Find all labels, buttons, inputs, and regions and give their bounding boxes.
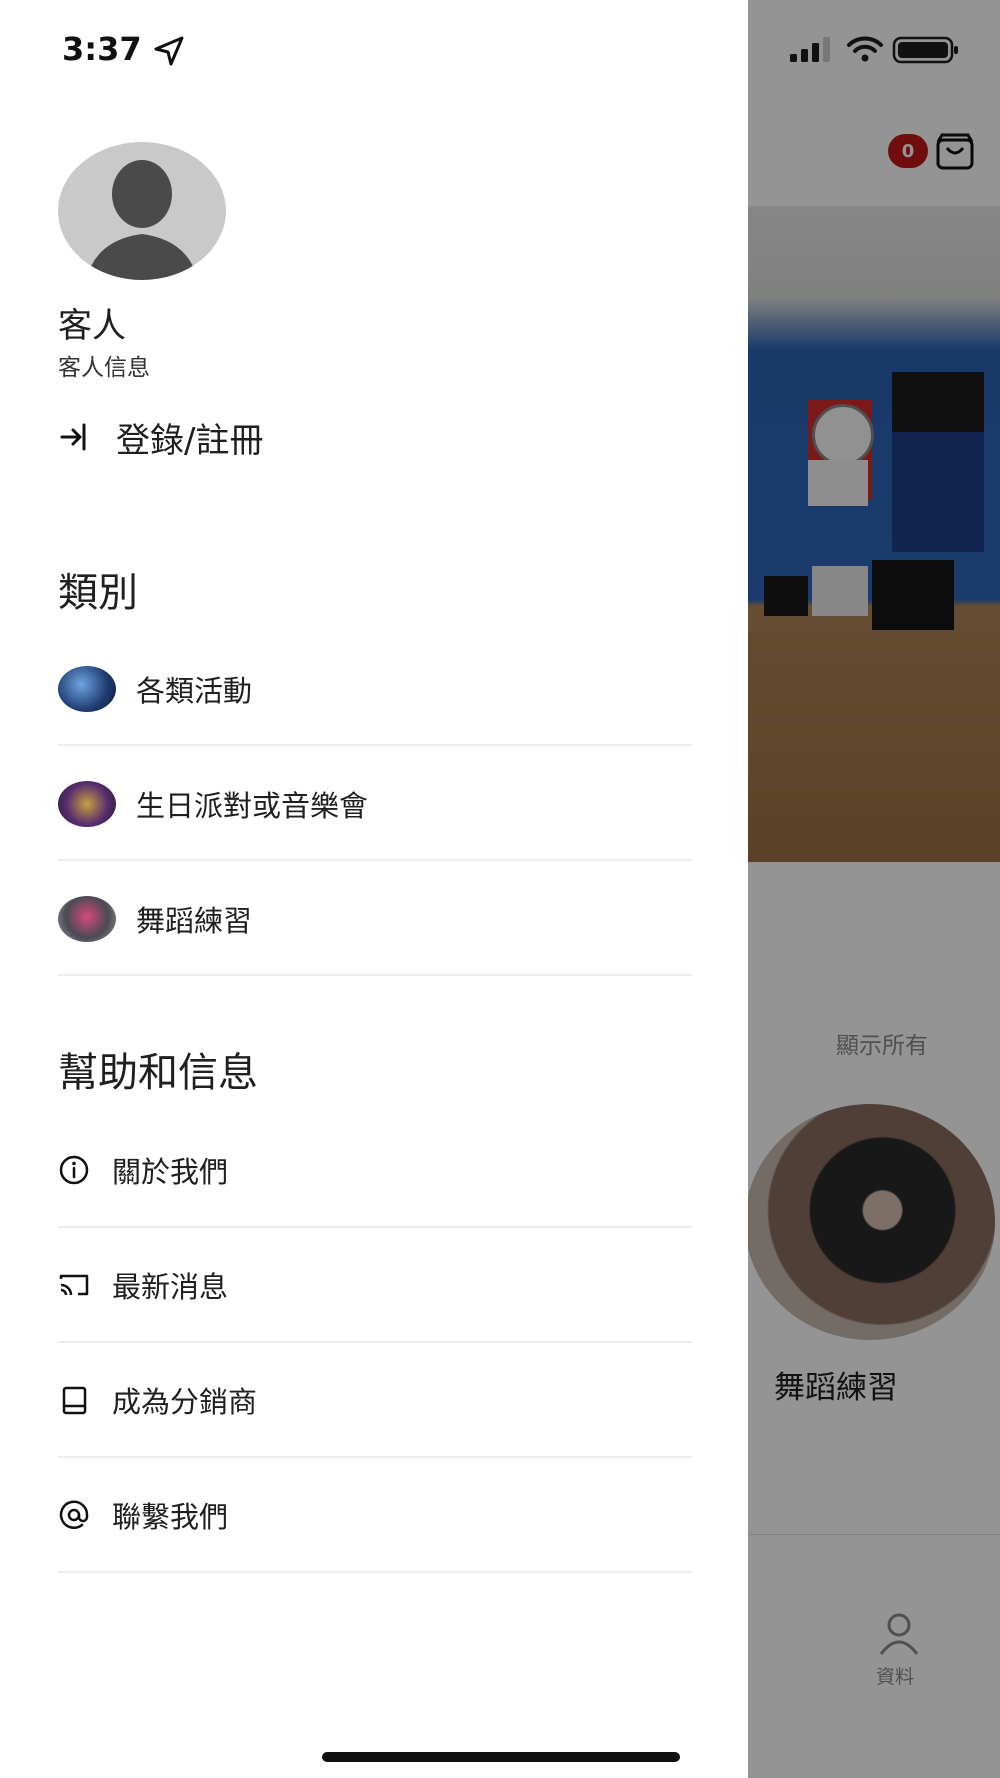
status-time: 3:37: [62, 30, 142, 68]
category-thumbnail: [58, 781, 116, 827]
drawer-scrim[interactable]: [748, 0, 1000, 1778]
login-register-label: 登錄/註冊: [116, 420, 264, 461]
help-item-news[interactable]: 最新消息: [58, 1228, 692, 1342]
user-name: 客人: [58, 306, 126, 346]
navigation-drawer: 3:37 客人 客人信息 登錄/註冊 類別 各類活動 生日派對或音樂會 舞蹈練習…: [0, 0, 748, 1778]
category-thumbnail: [58, 666, 116, 712]
divider: [58, 859, 692, 861]
login-register-button[interactable]: 登錄/註冊: [58, 412, 263, 462]
help-heading: 幫助和信息: [58, 1050, 258, 1096]
category-item-events[interactable]: 各類活動: [58, 632, 692, 746]
category-item-dance[interactable]: 舞蹈練習: [58, 862, 692, 976]
help-item-label: 聯繫我們: [112, 1500, 229, 1534]
category-label: 舞蹈練習: [136, 904, 253, 938]
divider: [58, 974, 692, 976]
cast-icon: [59, 1274, 89, 1296]
info-icon: [59, 1155, 89, 1185]
location-arrow-icon: [154, 36, 184, 66]
help-item-label: 成為分銷商: [112, 1385, 258, 1419]
help-item-label: 最新消息: [112, 1270, 229, 1304]
category-label: 各類活動: [136, 674, 253, 708]
categories-heading: 類別: [58, 570, 138, 616]
category-label: 生日派對或音樂會: [136, 789, 369, 823]
avatar[interactable]: [58, 142, 226, 280]
battery-icon: [892, 36, 958, 64]
user-info-link[interactable]: 客人信息: [58, 348, 150, 382]
help-item-distributor[interactable]: 成為分銷商: [58, 1343, 692, 1457]
cellular-signal-icon: [790, 37, 830, 62]
person-silhouette-icon: [86, 160, 198, 280]
divider: [58, 1571, 692, 1573]
help-item-label: 關於我們: [112, 1155, 229, 1189]
category-item-party[interactable]: 生日派對或音樂會: [58, 747, 692, 861]
wifi-icon: [847, 36, 883, 62]
help-item-about[interactable]: 關於我們: [58, 1113, 692, 1227]
login-icon: [60, 423, 86, 451]
book-icon: [62, 1386, 87, 1415]
divider: [58, 744, 692, 746]
category-thumbnail: [58, 896, 116, 942]
help-item-contact[interactable]: 聯繫我們: [58, 1458, 692, 1572]
home-indicator[interactable]: [322, 1752, 680, 1762]
at-icon: [59, 1500, 89, 1529]
